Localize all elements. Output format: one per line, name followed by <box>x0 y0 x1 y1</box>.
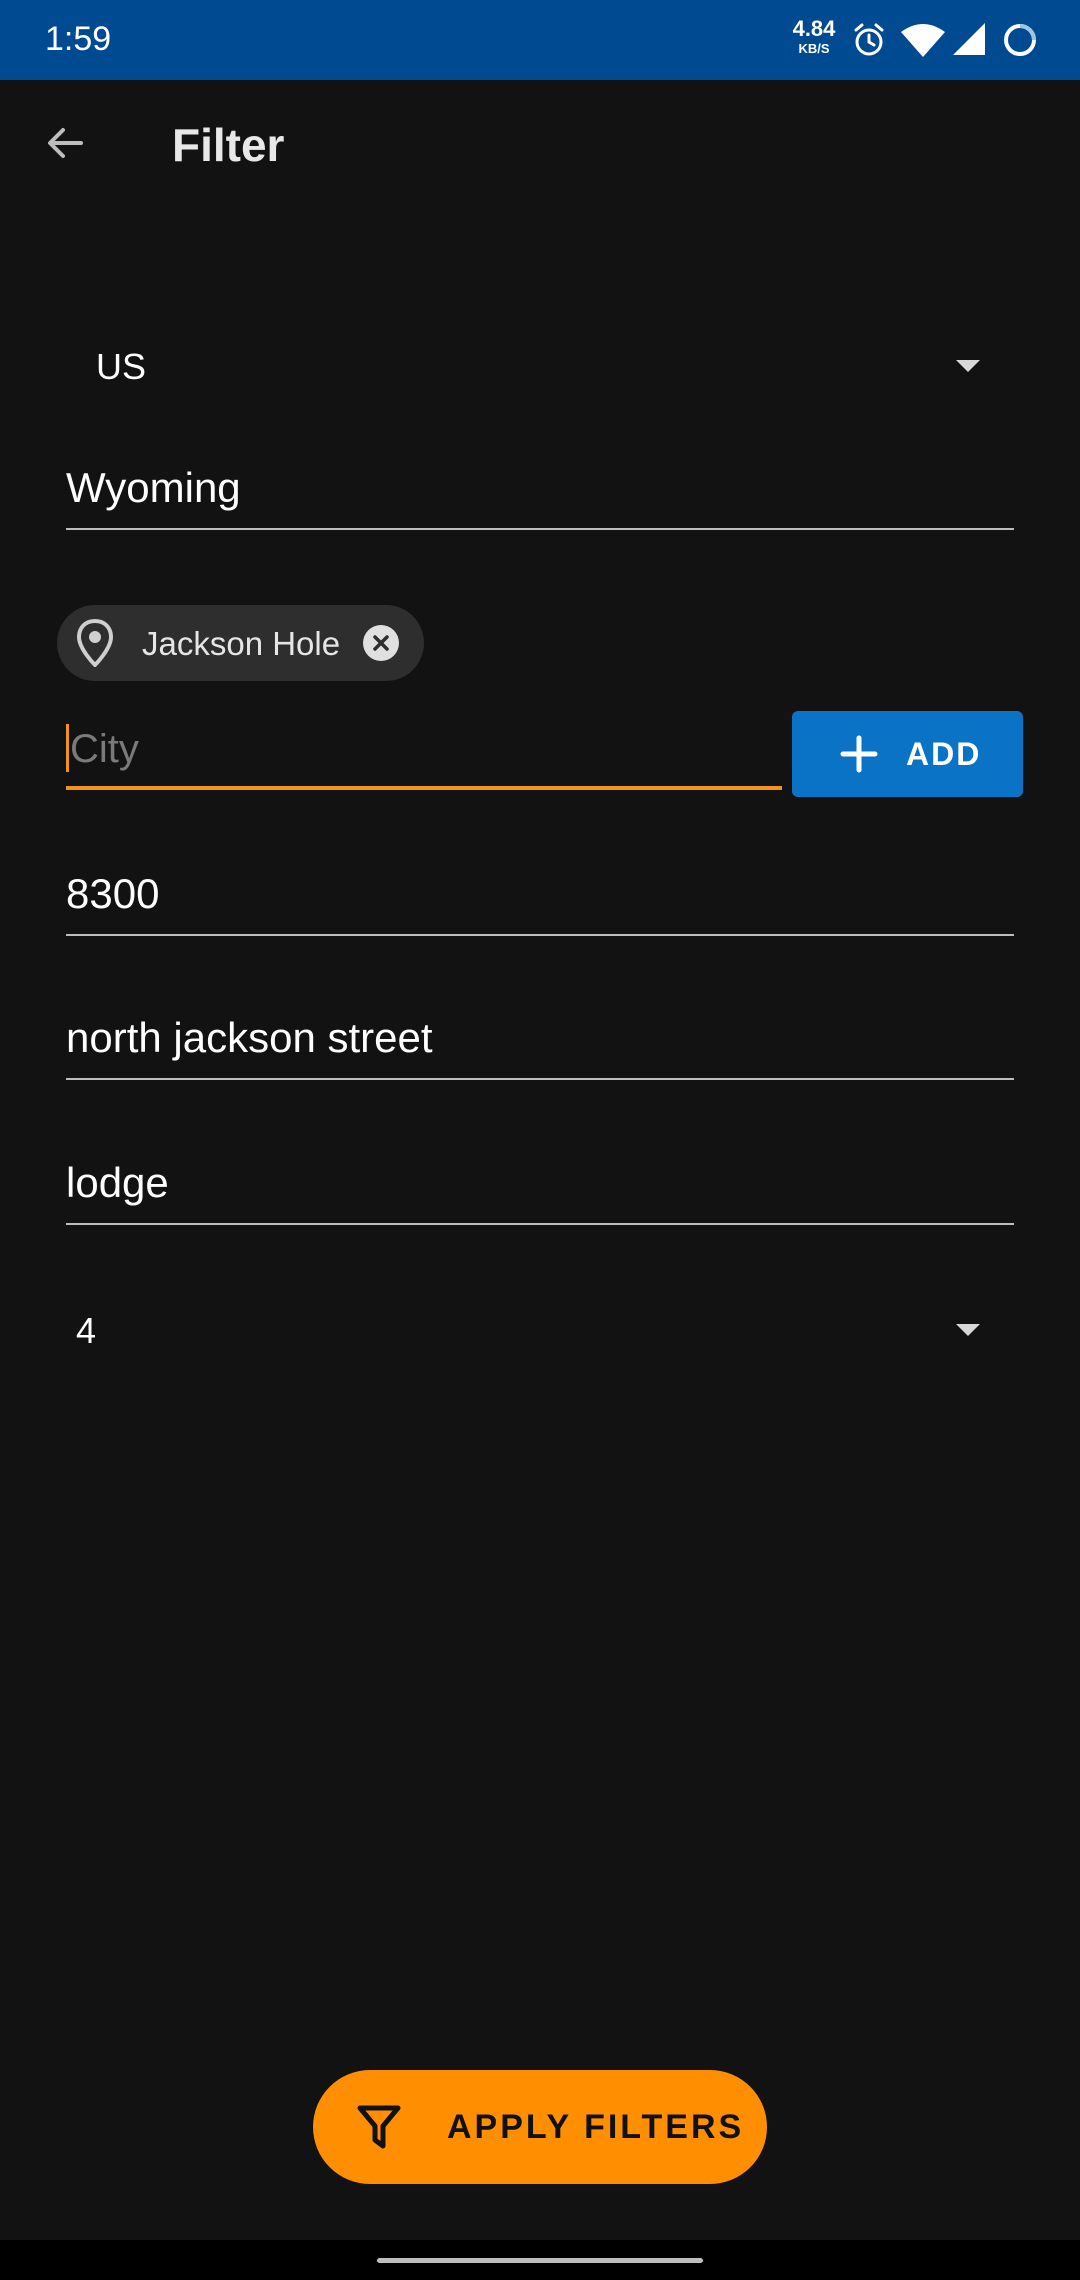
dropdown-arrow-icon <box>956 360 980 372</box>
add-city-button[interactable]: ADD <box>792 711 1023 797</box>
city-input[interactable] <box>66 720 770 778</box>
street-field[interactable]: north jackson street <box>66 1004 1014 1080</box>
city-chip-label: Jackson Hole <box>142 625 341 662</box>
city-chip[interactable]: Jackson Hole <box>57 605 424 681</box>
zip-value: 8300 <box>66 870 160 917</box>
network-speed-value: 4.84 <box>792 16 836 41</box>
loading-ring-icon <box>1002 22 1038 63</box>
state-field[interactable]: Wyoming <box>66 454 1014 530</box>
text-cursor <box>66 724 69 772</box>
apply-filters-label: APPLY FILTERS <box>447 2108 745 2146</box>
plus-icon <box>840 735 878 778</box>
navigation-bar <box>0 2240 1080 2280</box>
close-circle-icon[interactable] <box>363 625 399 661</box>
keyword-value: lodge <box>66 1159 169 1206</box>
keyword-field[interactable]: lodge <box>66 1149 1014 1225</box>
dropdown-arrow-icon <box>956 1324 980 1336</box>
filter-icon <box>357 2104 401 2155</box>
status-bar: 1:59 4.84 KB/S <box>0 0 1080 80</box>
count-dropdown[interactable]: 4 <box>66 1286 1000 1376</box>
zip-field[interactable]: 8300 <box>66 860 1014 936</box>
network-speed-unit: KB/S <box>798 41 830 56</box>
country-dropdown[interactable]: US <box>66 322 1000 412</box>
signal-icon <box>952 22 986 61</box>
street-value: north jackson street <box>66 1014 433 1061</box>
back-button[interactable] <box>30 110 100 180</box>
apply-filters-button[interactable]: APPLY FILTERS <box>313 2070 767 2184</box>
network-speed: 4.84 KB/S <box>786 16 842 56</box>
state-value: Wyoming <box>66 464 241 511</box>
wifi-icon <box>900 22 946 63</box>
arrow-left-icon <box>45 123 85 168</box>
location-pin-icon <box>75 618 115 672</box>
city-field[interactable] <box>66 712 782 790</box>
country-value: US <box>96 346 147 387</box>
page-title: Filter <box>172 119 285 171</box>
home-indicator[interactable] <box>377 2258 703 2263</box>
status-time: 1:59 <box>45 20 112 58</box>
alarm-icon <box>852 22 886 63</box>
add-button-label: ADD <box>906 736 982 772</box>
count-value: 4 <box>76 1310 97 1351</box>
